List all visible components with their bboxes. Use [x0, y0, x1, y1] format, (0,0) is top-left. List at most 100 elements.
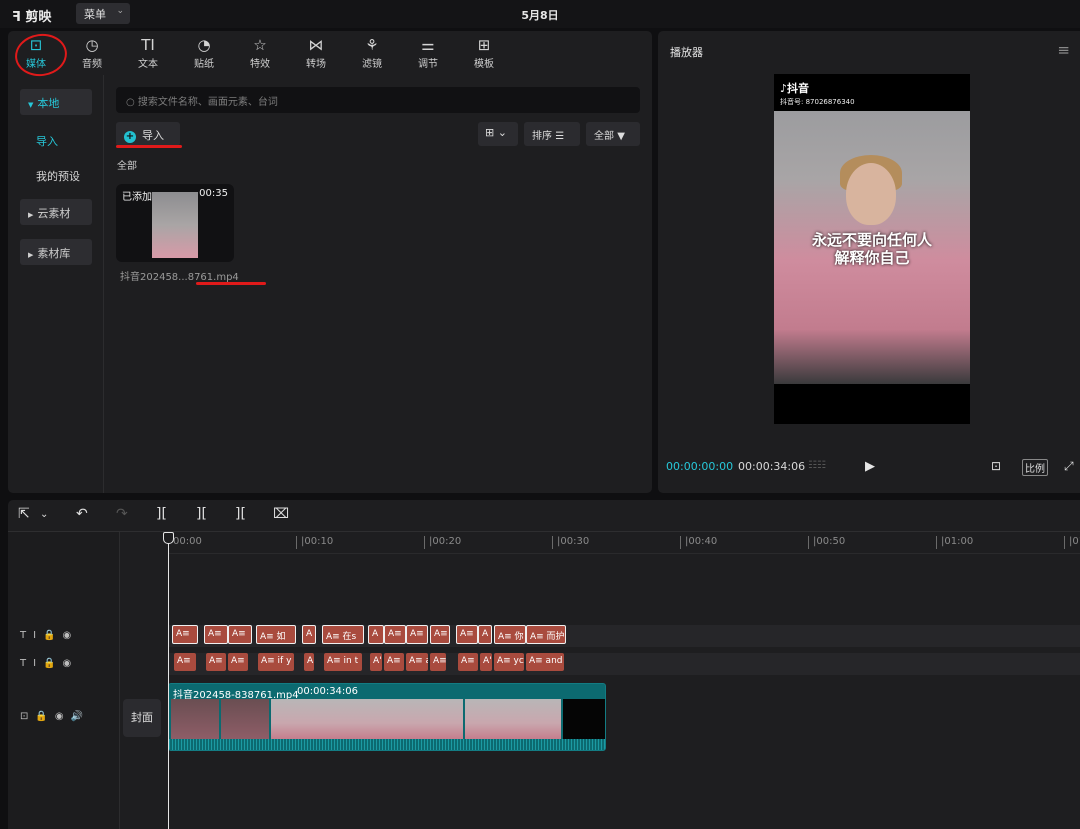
filter-button[interactable]: 全部 ▼ — [586, 122, 640, 146]
sidebar-item-cloud[interactable]: ▶ 云素材 — [20, 199, 92, 225]
tab-text[interactable]: TI 文本 — [123, 35, 173, 70]
select-cursor-icon[interactable]: ⇱ — [18, 506, 30, 522]
playhead-handle[interactable] — [163, 532, 174, 544]
ratio-button[interactable]: 比例 — [1022, 459, 1048, 476]
text-clip[interactable]: A — [478, 625, 492, 644]
text-clip[interactable]: A≡ — [406, 625, 428, 644]
tab-filter[interactable]: ⚘ 滤镜 — [347, 35, 397, 70]
redo-icon[interactable]: ↷ — [116, 506, 128, 522]
sidebar-item-presets[interactable]: 我的预设 — [36, 168, 80, 184]
video-frame — [171, 699, 219, 739]
text-clip[interactable]: A≡ — [430, 625, 450, 644]
time-ruler[interactable]: 00:00 |00:10 |00:20 |00:30 |00:40 |00:50… — [168, 532, 1080, 554]
view-mode-button[interactable]: ⊞ ⌄ — [478, 122, 518, 146]
text-clip[interactable]: A≡ — [174, 653, 196, 671]
trim-left-icon[interactable]: ][ — [196, 506, 207, 522]
tab-transition[interactable]: ⋈ 转场 — [291, 35, 341, 70]
text-clip[interactable]: A≡ if y — [258, 653, 294, 671]
eye-icon[interactable]: ◉ — [55, 711, 71, 722]
duration-badge: 00:35 — [199, 188, 228, 199]
text-clip[interactable]: A≡ — [384, 653, 404, 671]
text-clip[interactable]: A≡ 在s — [322, 625, 364, 644]
text-clip[interactable]: A' — [480, 653, 492, 671]
ruler-label: |00:20 — [424, 536, 461, 549]
eye-icon[interactable]: ◉ — [63, 630, 79, 641]
import-button[interactable]: + 导入 — [116, 122, 180, 146]
text-clip[interactable]: A≡ — [206, 653, 226, 671]
plus-icon: + — [124, 131, 136, 143]
text-clip[interactable]: A≡ — [384, 625, 406, 644]
search-placeholder: 搜索文件名称、画面元素、台词 — [137, 97, 278, 108]
cover-button[interactable]: 封面 — [123, 699, 161, 737]
playhead-line[interactable] — [168, 532, 169, 829]
project-title: 5月8日 — [521, 9, 559, 22]
play-icon[interactable]: ▶ — [865, 459, 875, 474]
sort-icon: ☰ — [555, 131, 565, 142]
video-caption: 永远不要向任何人 解释你自己 — [774, 231, 970, 267]
text-clip[interactable]: A — [368, 625, 384, 644]
filter-icon: ⚘ — [365, 36, 379, 54]
eye-icon[interactable]: ◉ — [63, 658, 79, 669]
red-annotation-underline — [116, 145, 182, 148]
tab-adjust[interactable]: ⚌ 调节 — [403, 35, 453, 70]
text-clip[interactable]: A≡ 你 — [494, 625, 526, 644]
video-preview: ♪抖音 抖音号: 87026876340 永远不要向任何人 解释你自己 — [774, 74, 970, 424]
text-clip[interactable]: A≡ 如 — [256, 625, 296, 644]
delete-icon[interactable]: ⌧ — [273, 506, 289, 522]
tab-sticker[interactable]: ◔ 贴纸 — [179, 35, 229, 70]
text-track-2: A≡ A≡ A≡ A≡ if y A A≡ in t A' A≡ A≡ a A≡… — [168, 653, 1080, 675]
text-clip[interactable]: A≡ — [456, 625, 478, 644]
text-clip[interactable]: A≡ in t — [324, 653, 362, 671]
video-frame — [367, 699, 415, 739]
lock-icon[interactable]: 🔒 — [35, 711, 54, 722]
speaker-icon[interactable]: 🔊 — [71, 711, 90, 722]
focus-icon[interactable]: ⊡ — [991, 459, 1001, 473]
media-item-thumbnail[interactable]: 已添加 00:35 — [116, 184, 234, 262]
sidebar-item-import[interactable]: 导入 — [36, 133, 58, 149]
text-clip[interactable]: A≡ — [228, 625, 252, 644]
trim-right-icon[interactable]: ][ — [235, 506, 246, 522]
text-clip[interactable]: A' — [370, 653, 382, 671]
tab-audio[interactable]: ◷ 音频 — [67, 35, 117, 70]
tab-label: 滤镜 — [362, 59, 382, 70]
video-frame — [319, 699, 367, 739]
lock-icon[interactable]: 🔒 — [43, 658, 62, 669]
section-label: 全部 — [117, 161, 137, 172]
sort-label: 排序 — [532, 131, 552, 142]
text-clip[interactable]: A≡ — [228, 653, 248, 671]
sort-button[interactable]: 排序 ☰ — [524, 122, 580, 146]
text-clip[interactable]: A≡ 而护 — [526, 625, 566, 644]
person-face — [846, 163, 896, 225]
lock-icon[interactable]: 🔒 — [43, 630, 62, 641]
sidebar-item-library[interactable]: ▶ 素材库 — [20, 239, 92, 265]
video-clip[interactable]: 抖音202458-838761.mp4 00:00:34:06 — [168, 683, 606, 751]
filter-label: 全部 — [594, 131, 614, 142]
fullscreen-icon[interactable]: ⤢ — [1064, 459, 1074, 474]
text-clip[interactable]: A≡ yc — [494, 653, 524, 671]
media-panel: ⊡ 媒体 ◷ 音频 TI 文本 ◔ 贴纸 ☆ 特效 ⋈ 转场 ⚘ 滤镜 ⚌ 调节 ⊞ 模板 ▼ 本地… — [8, 31, 652, 493]
search-icon: ○ — [126, 97, 138, 108]
text-clip[interactable]: A — [302, 625, 316, 644]
timecode-format-icon[interactable]: ☷☷ — [808, 460, 826, 471]
undo-icon[interactable]: ↶ — [76, 506, 88, 522]
text-clip[interactable]: A≡ — [172, 625, 198, 644]
text-clip[interactable]: A≡ — [430, 653, 446, 671]
chevron-down-icon[interactable]: ⌄ — [40, 509, 48, 520]
text-clip[interactable]: A≡ — [458, 653, 478, 671]
video-frame — [465, 699, 513, 739]
search-input[interactable]: ○ 搜索文件名称、画面元素、台词 — [116, 87, 640, 113]
grid-view-icon: ⊞ — [485, 126, 495, 139]
text-clip[interactable]: A≡ a — [406, 653, 428, 671]
split-icon[interactable]: ][ — [156, 506, 167, 522]
text-clip[interactable]: A≡ — [204, 625, 228, 644]
text-clip[interactable]: A — [304, 653, 314, 671]
sidebar-item-local[interactable]: ▼ 本地 — [20, 89, 92, 115]
caption-line: 永远不要向任何人 — [811, 231, 932, 249]
text-track-2-controls: TI🔒◉ — [20, 658, 78, 669]
hamburger-menu-icon[interactable]: ≡ — [1057, 41, 1070, 59]
text-clip[interactable]: A≡ and — [526, 653, 564, 671]
video-clip-duration: 00:00:34:06 — [297, 686, 359, 697]
tab-template[interactable]: ⊞ 模板 — [459, 35, 509, 70]
tab-effects[interactable]: ☆ 特效 — [235, 35, 285, 70]
ruler-label: |01:00 — [936, 536, 973, 549]
